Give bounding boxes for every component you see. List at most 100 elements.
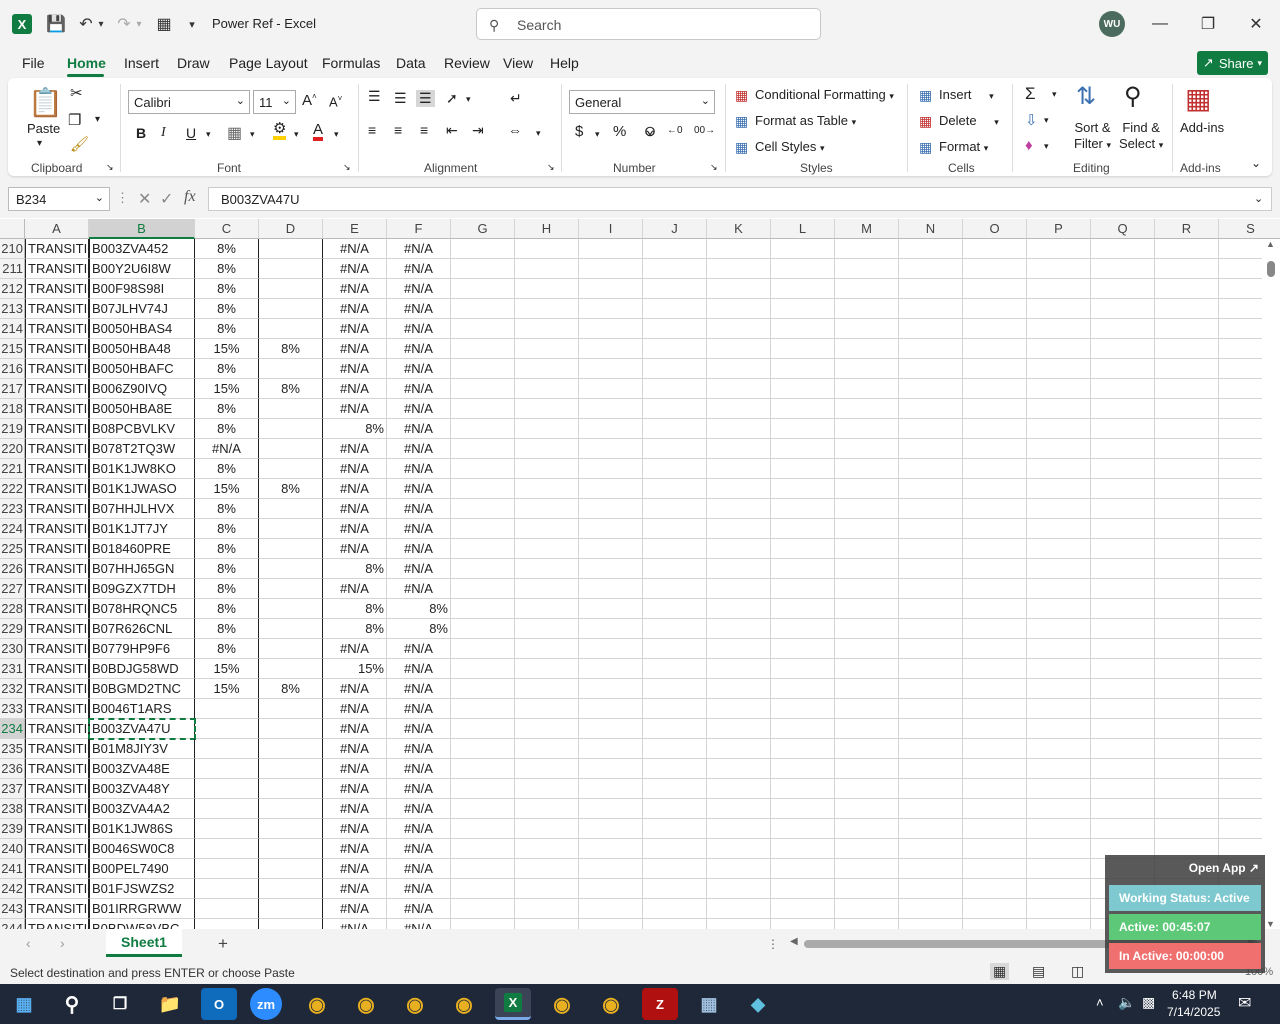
empty-cell[interactable] xyxy=(451,719,515,739)
empty-cell[interactable] xyxy=(579,739,643,759)
delete-cells-button[interactable]: Delete ▾ xyxy=(939,113,999,128)
empty-cell[interactable] xyxy=(515,819,579,839)
empty-cell[interactable] xyxy=(515,619,579,639)
insert-cells-button[interactable]: Insert ▾ xyxy=(939,87,994,102)
cell-f217[interactable]: #N/A xyxy=(387,379,451,399)
insert-cells-icon[interactable]: ▦ xyxy=(919,87,932,104)
empty-cell[interactable] xyxy=(899,819,963,839)
row-header[interactable]: 241 xyxy=(0,859,25,879)
cell-c244[interactable] xyxy=(195,919,259,929)
empty-cell[interactable] xyxy=(579,379,643,399)
empty-cell[interactable] xyxy=(1155,559,1219,579)
addins-icon[interactable]: ▦ xyxy=(1185,82,1211,115)
empty-cell[interactable] xyxy=(1027,399,1091,419)
empty-cell[interactable] xyxy=(899,839,963,859)
empty-cell[interactable] xyxy=(707,519,771,539)
cell-f212[interactable]: #N/A xyxy=(387,279,451,299)
empty-cell[interactable] xyxy=(963,499,1027,519)
tab-home[interactable]: Home xyxy=(67,55,106,71)
empty-cell[interactable] xyxy=(1155,739,1219,759)
align-bottom-icon[interactable]: ☰ xyxy=(416,90,435,107)
cell-e229[interactable]: 8% xyxy=(323,619,387,639)
cell-a210[interactable]: TRANSITIO xyxy=(25,239,89,259)
empty-cell[interactable] xyxy=(515,519,579,539)
cell-d225[interactable] xyxy=(259,539,323,559)
copy-icon[interactable]: ❐ xyxy=(68,111,81,129)
empty-cell[interactable] xyxy=(899,799,963,819)
empty-cell[interactable] xyxy=(899,399,963,419)
cell-d214[interactable] xyxy=(259,319,323,339)
empty-cell[interactable] xyxy=(1155,659,1219,679)
empty-cell[interactable] xyxy=(707,639,771,659)
scroll-up-icon[interactable]: ▲ xyxy=(1266,239,1275,249)
column-header-p[interactable]: P xyxy=(1027,219,1091,239)
cell-f215[interactable]: #N/A xyxy=(387,339,451,359)
cell-d236[interactable] xyxy=(259,759,323,779)
cell-a222[interactable]: TRANSITIO xyxy=(25,479,89,499)
cell-d241[interactable] xyxy=(259,859,323,879)
empty-cell[interactable] xyxy=(899,719,963,739)
row-header[interactable]: 231 xyxy=(0,659,25,679)
row-header[interactable]: 216 xyxy=(0,359,25,379)
row-header[interactable]: 226 xyxy=(0,559,25,579)
empty-cell[interactable] xyxy=(835,359,899,379)
cell-a211[interactable]: TRANSITIO xyxy=(25,259,89,279)
cell-f239[interactable]: #N/A xyxy=(387,819,451,839)
cell-d221[interactable] xyxy=(259,459,323,479)
empty-cell[interactable] xyxy=(963,579,1027,599)
empty-cell[interactable] xyxy=(643,319,707,339)
empty-cell[interactable] xyxy=(643,839,707,859)
empty-cell[interactable] xyxy=(451,239,515,259)
row-header[interactable]: 235 xyxy=(0,739,25,759)
empty-cell[interactable] xyxy=(451,699,515,719)
empty-cell[interactable] xyxy=(899,699,963,719)
cell-e238[interactable]: #N/A xyxy=(323,799,387,819)
empty-cell[interactable] xyxy=(707,579,771,599)
empty-cell[interactable] xyxy=(1155,779,1219,799)
empty-cell[interactable] xyxy=(899,859,963,879)
empty-cell[interactable] xyxy=(643,259,707,279)
empty-cell[interactable] xyxy=(771,499,835,519)
cell-a235[interactable]: TRANSITIO xyxy=(25,739,89,759)
cell-b228[interactable]: B078HRQNC5 xyxy=(89,599,195,619)
empty-cell[interactable] xyxy=(515,539,579,559)
empty-cell[interactable] xyxy=(707,899,771,919)
empty-cell[interactable] xyxy=(579,559,643,579)
network-icon[interactable]: ▩ xyxy=(1142,994,1155,1011)
empty-cell[interactable] xyxy=(643,739,707,759)
row-header[interactable]: 228 xyxy=(0,599,25,619)
clear-dropdown-icon[interactable]: ▾ xyxy=(1044,141,1049,152)
bold-icon[interactable]: B xyxy=(136,125,146,141)
empty-cell[interactable] xyxy=(451,419,515,439)
empty-cell[interactable] xyxy=(515,879,579,899)
empty-cell[interactable] xyxy=(899,519,963,539)
empty-cell[interactable] xyxy=(1027,339,1091,359)
enter-icon[interactable]: ✓ xyxy=(160,189,173,209)
empty-cell[interactable] xyxy=(515,719,579,739)
cell-c239[interactable] xyxy=(195,819,259,839)
cut-icon[interactable]: ✂ xyxy=(70,84,83,102)
empty-cell[interactable] xyxy=(1091,239,1155,259)
empty-cell[interactable] xyxy=(643,599,707,619)
cell-e216[interactable]: #N/A xyxy=(323,359,387,379)
empty-cell[interactable] xyxy=(1155,679,1219,699)
empty-cell[interactable] xyxy=(771,319,835,339)
delete-cells-icon[interactable]: ▦ xyxy=(919,113,932,130)
empty-cell[interactable] xyxy=(1027,819,1091,839)
redo-dropdown-icon[interactable]: ▾ xyxy=(132,12,146,36)
filezilla-icon[interactable]: Z xyxy=(642,988,678,1020)
empty-cell[interactable] xyxy=(579,459,643,479)
cell-c242[interactable] xyxy=(195,879,259,899)
empty-cell[interactable] xyxy=(515,739,579,759)
cell-b219[interactable]: B08PCBVLKV xyxy=(89,419,195,439)
cell-e235[interactable]: #N/A xyxy=(323,739,387,759)
empty-cell[interactable] xyxy=(899,639,963,659)
cell-d224[interactable] xyxy=(259,519,323,539)
cell-b239[interactable]: B01K1JW86S xyxy=(89,819,195,839)
cell-b221[interactable]: B01K1JW8KO xyxy=(89,459,195,479)
empty-cell[interactable] xyxy=(771,459,835,479)
comma-style-icon[interactable]: ⎉ xyxy=(644,123,656,140)
empty-cell[interactable] xyxy=(643,479,707,499)
empty-cell[interactable] xyxy=(1027,499,1091,519)
find-select-icon[interactable]: ⚲ xyxy=(1124,82,1142,111)
